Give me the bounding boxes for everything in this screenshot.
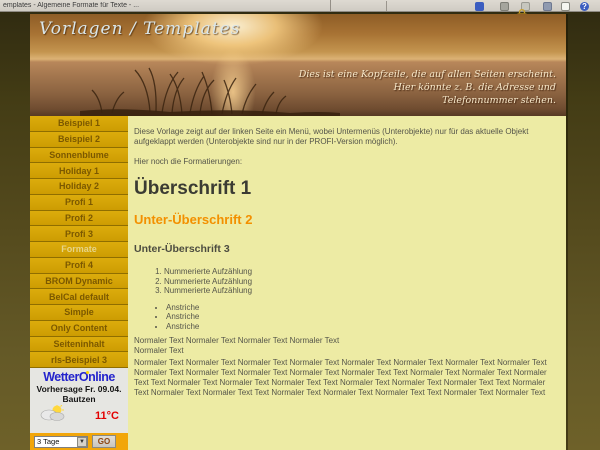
normal-text-line: Normaler Text bbox=[134, 346, 558, 356]
screen: emplates - Algemeine Formate für Texte -… bbox=[0, 0, 600, 450]
site-title: Vorlagen / Templates bbox=[39, 19, 240, 39]
browser-tab[interactable]: emplates - Algemeine Formate für Texte -… bbox=[0, 0, 331, 12]
dropdown-arrow-icon[interactable]: ▼ bbox=[77, 437, 87, 447]
sidebar-item-rls-beispiel-3[interactable]: rls-Beispiel 3 bbox=[30, 352, 128, 368]
numbered-list: Nummerierte Aufzählung Nummerierte Aufzä… bbox=[134, 267, 558, 296]
numbered-list-item: Nummerierte Aufzählung bbox=[164, 277, 558, 287]
discuss-icon[interactable] bbox=[543, 2, 552, 11]
normal-text-line: Normaler Text Normaler Text Normaler Tex… bbox=[134, 336, 558, 346]
bullet-list-item: Anstriche bbox=[166, 303, 558, 313]
numbered-list-item: Nummerierte Aufzählung bbox=[164, 286, 558, 296]
heading-2: Unter-Überschrift 2 bbox=[134, 213, 558, 227]
template-page: Vorlagen / Templates Dies ist eine Kopfz… bbox=[30, 14, 568, 450]
forecast-period-value: 3 Tage bbox=[37, 437, 77, 446]
formats-intro: Hier noch die Formatierungen: bbox=[134, 157, 558, 167]
help-icon[interactable]: ? bbox=[580, 2, 589, 11]
weather-widget-body: WetterOnline Vorhersage Fr. 09.04. Bautz… bbox=[30, 368, 128, 433]
page-icon[interactable] bbox=[561, 2, 570, 11]
sidebar-item-holiday-2[interactable]: Holiday 2 bbox=[30, 179, 128, 195]
logo-sun-o: O bbox=[79, 370, 88, 384]
sidebar-item-sonnenblume[interactable]: Sonnenblume bbox=[30, 148, 128, 164]
sidebar-item-profi-1[interactable]: Profi 1 bbox=[30, 195, 128, 211]
bullet-list-item: Anstriche bbox=[166, 322, 558, 332]
forecast-city: Bautzen bbox=[30, 394, 128, 404]
toolbar-separator bbox=[386, 1, 387, 11]
sidebar-item-formate[interactable]: Formate bbox=[30, 242, 128, 258]
tagline-line: Telefonnummer stehen. bbox=[299, 94, 556, 107]
wetteronline-logo[interactable]: WetterOnline bbox=[30, 370, 128, 384]
sidebar-item-belcal-default[interactable]: BelCal default bbox=[30, 289, 128, 305]
main-content: Diese Vorlage zeigt auf der linken Seite… bbox=[128, 116, 566, 450]
normal-text-block: Normaler Text Normaler Text Normaler Tex… bbox=[134, 358, 558, 398]
sidebar-item-beispiel-1[interactable]: Beispiel 1 bbox=[30, 116, 128, 132]
browser-toolbar: emplates - Algemeine Formate für Texte -… bbox=[0, 0, 600, 12]
numbered-list-item: Nummerierte Aufzählung bbox=[164, 267, 558, 277]
intro-paragraph: Diese Vorlage zeigt auf der linken Seite… bbox=[134, 127, 558, 147]
header-image: Vorlagen / Templates Dies ist eine Kopfz… bbox=[30, 14, 566, 116]
tab-title: emplates - Algemeine Formate für Texte -… bbox=[3, 2, 323, 9]
heading-1: Überschrift 1 bbox=[134, 179, 558, 199]
header-tagline: Dies ist eine Kopfzeile, die auf allen S… bbox=[299, 68, 556, 107]
weather-widget: WetterOnline Vorhersage Fr. 09.04. Bautz… bbox=[30, 368, 128, 450]
bullet-list: Anstriche Anstriche Anstriche bbox=[134, 303, 558, 332]
sun-behind-cloud-icon bbox=[39, 405, 67, 426]
logo-text: nline bbox=[88, 370, 115, 384]
sidebar-item-profi-2[interactable]: Profi 2 bbox=[30, 211, 128, 227]
normal-text-paragraph: Normaler Text Normaler Text Normaler Tex… bbox=[134, 336, 558, 356]
template-menu: Beispiel 1 Beispiel 2 Sonnenblume Holida… bbox=[30, 116, 128, 368]
bullet-list-item: Anstriche bbox=[166, 312, 558, 322]
sidebar-item-seiteninhalt[interactable]: Seiteninhalt bbox=[30, 337, 128, 353]
forecast-period-select[interactable]: 3 Tage ▼ bbox=[34, 436, 88, 448]
tagline-line: Dies ist eine Kopfzeile, die auf allen S… bbox=[299, 68, 556, 81]
tagline-line: Hier könnte z. B. die Adresse und bbox=[299, 81, 556, 94]
logo-text: Wetter bbox=[43, 370, 79, 384]
sidebar-item-holiday-1[interactable]: Holiday 1 bbox=[30, 163, 128, 179]
sidebar: Beispiel 1 Beispiel 2 Sonnenblume Holida… bbox=[30, 116, 128, 450]
sidebar-item-beispiel-2[interactable]: Beispiel 2 bbox=[30, 132, 128, 148]
favorites-icon[interactable] bbox=[475, 2, 484, 11]
sidebar-item-only-content[interactable]: Only Content bbox=[30, 321, 128, 337]
print-icon[interactable] bbox=[500, 2, 509, 11]
sidebar-item-brom-dynamic[interactable]: BROM Dynamic bbox=[30, 274, 128, 290]
weather-go-button[interactable]: GO bbox=[92, 435, 116, 448]
sidebar-item-profi-3[interactable]: Profi 3 bbox=[30, 226, 128, 242]
sidebar-item-profi-4[interactable]: Profi 4 bbox=[30, 258, 128, 274]
temperature-value: 11°C bbox=[95, 410, 119, 422]
forecast-date: Vorhersage Fr. 09.04. bbox=[30, 384, 128, 394]
weather-widget-controls: 3 Tage ▼ GO bbox=[30, 433, 128, 450]
sidebar-item-simple[interactable]: Simple bbox=[30, 305, 128, 321]
heading-3: Unter-Überschrift 3 bbox=[134, 244, 558, 255]
